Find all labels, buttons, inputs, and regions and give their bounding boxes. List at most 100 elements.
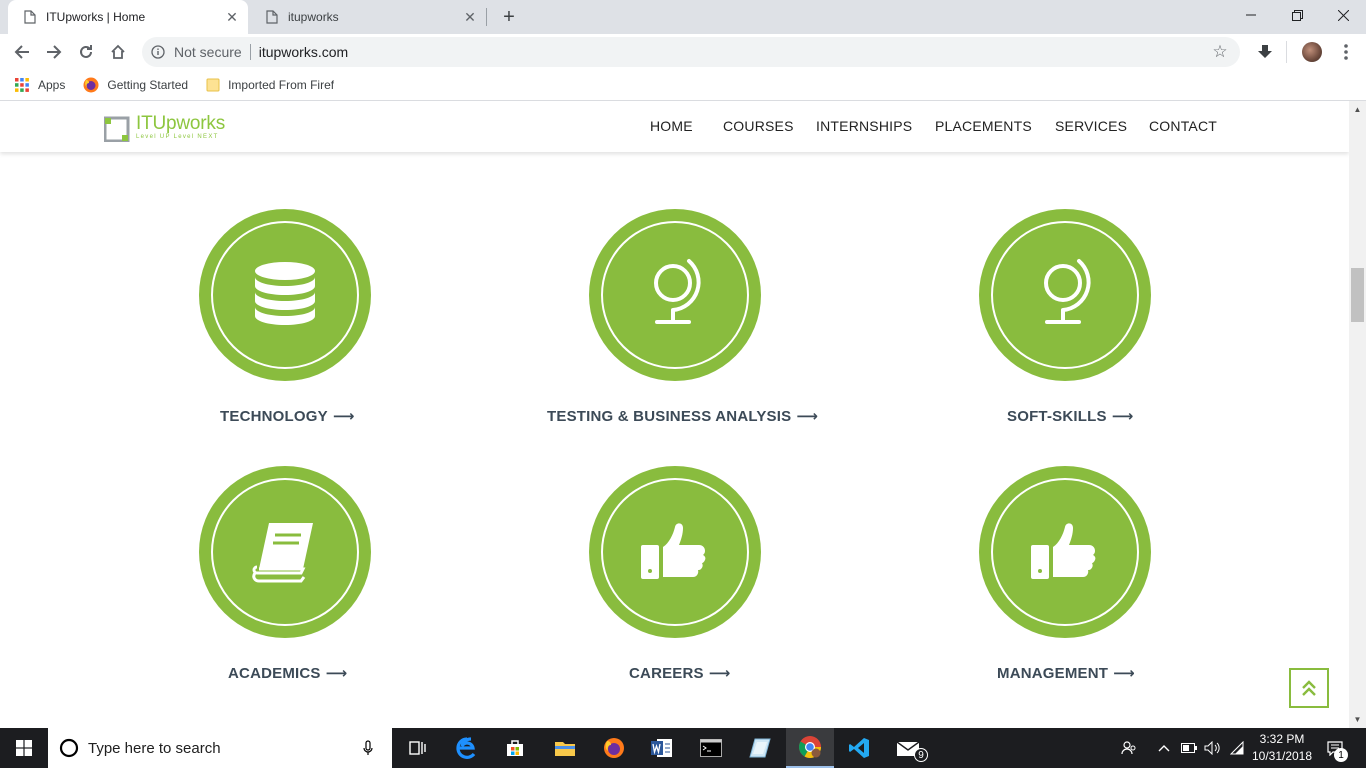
nav-placements[interactable]: PLACEMENTS: [935, 118, 1032, 134]
restore-icon[interactable]: [1274, 0, 1320, 30]
notes-app-icon[interactable]: [736, 728, 784, 768]
nav-home[interactable]: HOME: [650, 118, 693, 134]
page-scrollbar[interactable]: ▲ ▼: [1349, 101, 1366, 728]
bookmark-imported-from-firefox[interactable]: Imported From Firefox: [206, 77, 334, 93]
close-icon[interactable]: ✕: [222, 7, 242, 27]
store-icon[interactable]: [491, 728, 539, 768]
nav-contact[interactable]: CONTACT: [1149, 118, 1217, 134]
browser-tab-strip: ITUpworks | Home ✕ itupworks ✕ +: [0, 0, 1366, 34]
technology-link[interactable]: TECHNOLOGY ⟶: [220, 407, 355, 425]
firefox-taskbar-icon[interactable]: [590, 728, 638, 768]
people-icon[interactable]: [1116, 728, 1142, 768]
address-bar[interactable]: Not secure itupworks.com ☆: [142, 37, 1240, 67]
site-header: ITUpworks Level UP Level NEXT HOME COURS…: [0, 101, 1349, 152]
bookmark-label: Apps: [38, 78, 66, 92]
tab-divider: [486, 8, 487, 26]
windows-taskbar: Type here to search 9 3:32 PM 10/31/2018…: [0, 728, 1366, 768]
testing-business-analysis-link[interactable]: TESTING & BUSINESS ANALYSIS ⟶: [547, 407, 818, 425]
nav-services[interactable]: SERVICES: [1055, 118, 1127, 134]
management-link[interactable]: MANAGEMENT ⟶: [997, 664, 1135, 682]
academics-circle[interactable]: [199, 466, 371, 638]
soft-skills-link[interactable]: SOFT-SKILLS ⟶: [1007, 407, 1133, 425]
edge-icon[interactable]: [443, 728, 491, 768]
info-icon[interactable]: [150, 44, 166, 60]
word-icon[interactable]: [638, 728, 686, 768]
forward-icon[interactable]: [40, 38, 68, 66]
chevron-up-icon[interactable]: [1152, 728, 1176, 768]
bookmark-label: Imported From Firefox: [228, 78, 335, 92]
careers-circle[interactable]: [589, 466, 761, 638]
back-icon[interactable]: [8, 38, 36, 66]
cortana-circle-icon: [58, 737, 80, 759]
clock-time: 3:32 PM: [1259, 732, 1305, 746]
command-prompt-icon[interactable]: [687, 728, 735, 768]
arrow-right-icon: ⟶: [796, 408, 819, 425]
technology-circle[interactable]: [199, 209, 371, 381]
divider: [249, 44, 251, 60]
nav-courses[interactable]: COURSES: [723, 118, 794, 134]
book-icon: [252, 523, 313, 583]
arrow-right-icon: ⟶: [708, 665, 731, 682]
tab-title: ITUpworks | Home: [46, 10, 146, 24]
arrow-right-icon: ⟶: [332, 408, 355, 425]
globe-icon: [1044, 259, 1091, 324]
firefox-icon: [83, 77, 99, 93]
toolbar-divider: [1286, 41, 1287, 63]
database-icon: [255, 262, 315, 325]
menu-icon[interactable]: [1334, 40, 1358, 64]
arrow-right-icon: ⟶: [325, 665, 348, 682]
apps-grid-icon: [14, 77, 30, 93]
logo-tagline: Level UP Level NEXT: [136, 134, 219, 140]
bookmarks-bar: Apps Getting Started Imported From Firef…: [0, 70, 1366, 101]
bookmark-label: Getting Started: [107, 78, 189, 92]
battery-icon[interactable]: [1178, 728, 1200, 768]
notification-badge: 1: [1334, 748, 1348, 762]
clock-date: 10/31/2018: [1251, 749, 1313, 763]
bookmark-apps[interactable]: Apps: [14, 77, 65, 93]
taskbar-search-box[interactable]: Type here to search: [48, 728, 392, 768]
management-circle[interactable]: [979, 466, 1151, 638]
taskbar-clock[interactable]: 3:32 PM 10/31/2018: [1244, 731, 1320, 765]
globe-icon: [654, 259, 701, 324]
browser-tab-inactive[interactable]: itupworks ✕: [250, 0, 486, 34]
minimize-icon[interactable]: [1228, 0, 1274, 30]
volume-icon[interactable]: [1200, 728, 1224, 768]
download-icon[interactable]: [1253, 40, 1277, 64]
soft-skills-circle[interactable]: [979, 209, 1151, 381]
file-explorer-icon[interactable]: [541, 728, 589, 768]
microphone-icon[interactable]: [358, 740, 378, 756]
chrome-taskbar-icon[interactable]: [786, 728, 834, 768]
back-to-top-button[interactable]: [1289, 668, 1329, 708]
vscode-icon[interactable]: [835, 728, 883, 768]
nav-internships[interactable]: INTERNSHIPS: [816, 118, 912, 134]
task-view-icon[interactable]: [394, 728, 442, 768]
site-logo[interactable]: ITUpworks Level UP Level NEXT: [103, 113, 225, 143]
mail-badge: 9: [914, 748, 928, 762]
reload-icon[interactable]: [72, 38, 100, 66]
scroll-up-icon[interactable]: ▲: [1349, 101, 1366, 118]
browser-tab-active[interactable]: ITUpworks | Home ✕: [8, 0, 248, 34]
testing-circle[interactable]: [589, 209, 761, 381]
mail-icon[interactable]: 9: [884, 728, 932, 768]
new-tab-button[interactable]: +: [496, 5, 522, 29]
academics-link[interactable]: ACADEMICS ⟶: [228, 664, 347, 682]
window-close-icon[interactable]: [1320, 0, 1366, 30]
careers-link[interactable]: CAREERS ⟶: [629, 664, 730, 682]
windows-start-icon[interactable]: [0, 728, 48, 768]
url-text[interactable]: itupworks.com: [259, 44, 1210, 60]
page-viewport: ITUpworks Level UP Level NEXT HOME COURS…: [0, 101, 1349, 728]
notification-icon[interactable]: 1: [1322, 728, 1348, 768]
scrollbar-thumb[interactable]: [1351, 268, 1364, 322]
double-chevron-up-icon: [1302, 680, 1316, 696]
home-icon[interactable]: [104, 38, 132, 66]
scroll-down-icon[interactable]: ▼: [1349, 711, 1366, 728]
bookmark-getting-started[interactable]: Getting Started: [83, 77, 188, 93]
profile-avatar[interactable]: [1302, 42, 1322, 62]
search-placeholder: Type here to search: [88, 739, 221, 757]
logo-name: ITUpworks: [136, 113, 225, 134]
bookmark-star-icon[interactable]: ☆: [1210, 42, 1230, 62]
arrow-right-icon: ⟶: [1113, 665, 1135, 682]
security-label: Not secure: [174, 44, 242, 60]
thumbs-up-icon: [1031, 523, 1096, 579]
close-icon[interactable]: ✕: [460, 7, 480, 27]
